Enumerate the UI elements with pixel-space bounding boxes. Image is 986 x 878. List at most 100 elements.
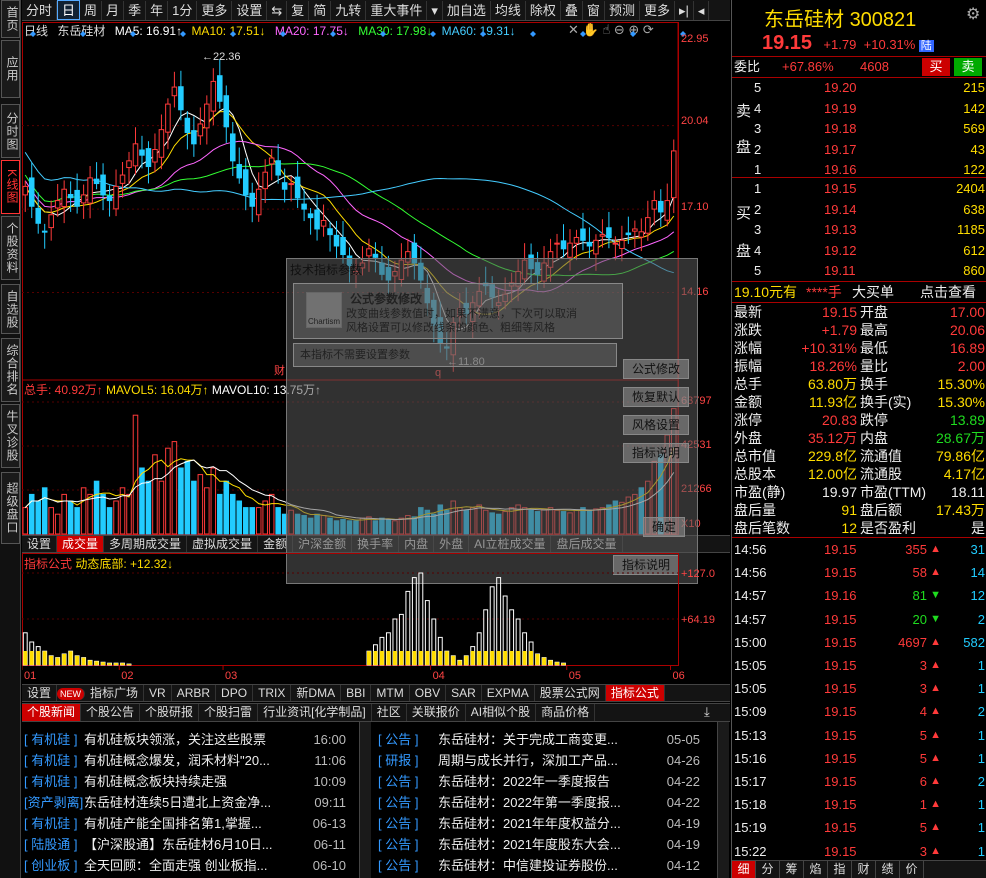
ind-tab-8[interactable]: BBI	[341, 685, 372, 701]
toolbar-item-5[interactable]: 年	[146, 1, 169, 20]
toolbar-item-11[interactable]: 简	[309, 1, 332, 20]
vnav-tab-5[interactable]: 自选股	[1, 284, 20, 334]
toolbar-item-1[interactable]: 日	[57, 0, 81, 20]
restore-default-button[interactable]: 恢复默认	[623, 387, 690, 407]
vol-tab-2[interactable]: 多周期成交量	[104, 536, 188, 552]
toolbar-item-12[interactable]: 九转	[331, 1, 367, 20]
toolbar-item-6[interactable]: 1分	[168, 1, 198, 20]
bottom-tab-5[interactable]: 财	[852, 861, 876, 878]
toolbar-item-4[interactable]: 季	[124, 1, 147, 20]
news-item[interactable]: [ 公告 ] 东岳硅材：2022年第一季度报... 04-22	[378, 792, 706, 813]
toolbar-item-20[interactable]: 预测	[605, 1, 640, 20]
toolbar-item-14[interactable]: ▾	[427, 1, 443, 20]
toolbar-item-18[interactable]: 叠	[561, 1, 583, 20]
ind-tab-12[interactable]: EXPMA	[482, 685, 535, 701]
news-tab-5[interactable]: 社区	[372, 704, 407, 721]
news-item[interactable]: [ 公告 ] 东岳硅材：2021年度股东大会... 04-19	[378, 834, 706, 855]
news-item[interactable]: [ 公告 ] 东岳硅材：关于完成工商变更... 05-05	[378, 729, 706, 750]
news-item[interactable]: [ 研报 ] 周期与成长并行，深加工产品... 04-26	[378, 750, 706, 771]
news-item[interactable]: [ 陆股通 ] 【沪深股通】东岳硅材6月10日... 06-11	[24, 834, 352, 855]
toolbar-item-9[interactable]: ⇆	[267, 1, 288, 20]
ind-tab-5[interactable]: DPO	[216, 685, 254, 701]
indicator-desc-button[interactable]: 指标说明	[623, 443, 690, 463]
buy-button[interactable]: 买	[922, 58, 950, 76]
order-level[interactable]: 2 19.14 638	[732, 199, 986, 221]
news-item[interactable]: [ 有机硅 ] 有机硅概念板块持续走强 10:09	[24, 771, 352, 792]
news-tab-7[interactable]: AI相似个股	[466, 704, 537, 721]
toolbar-item-7[interactable]: 更多	[197, 1, 233, 20]
news-tab-1[interactable]: 个股公告	[81, 704, 141, 721]
toolbar-item-0[interactable]: 分时	[22, 1, 58, 20]
news-tab-8[interactable]: 商品价格	[536, 704, 596, 721]
news-item[interactable]: [ 创业板 ] 全天回顾：全面走强 创业板指... 06-10	[24, 855, 352, 876]
toolbar-item-3[interactable]: 月	[102, 1, 125, 20]
dialog-ok-button[interactable]: 确定	[643, 517, 686, 537]
news-tab-4[interactable]: 行业资讯[化学制品]	[258, 704, 372, 721]
vnav-tab-0[interactable]: 首页	[1, 0, 20, 38]
vnav-tab-1[interactable]: 应用	[1, 40, 20, 98]
news-item[interactable]: [资产剥离]东岳硅材连续5日遭北上资金净... 09:11	[24, 792, 352, 813]
bottom-tab-3[interactable]: 焰	[804, 861, 828, 878]
formula-edit-button[interactable]: 公式修改	[623, 359, 690, 379]
order-level[interactable]: 4 19.12 612	[732, 240, 986, 262]
news-item[interactable]: [ 公告 ] 东岳硅材：2021年年度权益分... 04-19	[378, 813, 706, 834]
news-scrollbar[interactable]	[359, 722, 371, 878]
announcement-scrollbar[interactable]	[717, 722, 729, 878]
ind-tab-0[interactable]: 设置	[22, 685, 58, 701]
order-level[interactable]: 5 19.20 215	[732, 77, 986, 99]
news-item[interactable]: [ 有机硅 ] 有机硅产能全国排名第1,掌握... 06-13	[24, 813, 352, 834]
news-item[interactable]: [ 公告 ] 东岳硅材：2022年一季度报告 04-22	[378, 771, 706, 792]
indicator-chart[interactable]: +127.0 +64.19 01 02 03 04 05 06	[22, 553, 730, 683]
vnav-tab-7[interactable]: 牛叉诊股	[1, 404, 20, 468]
toolbar-item-17[interactable]: 除权	[526, 1, 561, 20]
news-item[interactable]: [ 有机硅 ] 有机硅板块领涨，关注这些股票 16:00	[24, 729, 352, 750]
vol-tab-0[interactable]: 设置	[22, 536, 58, 552]
order-level[interactable]: 3 19.18 569	[732, 118, 986, 140]
toolbar-item-15[interactable]: 加自选	[443, 1, 491, 20]
news-tab-6[interactable]: 关联报价	[407, 704, 466, 721]
ind-tab-7[interactable]: 新DMA	[291, 685, 342, 701]
news-item[interactable]: [ 公告 ] 东岳硅材：中信建投证券股份... 04-12	[378, 855, 706, 876]
ind-tab-14[interactable]: 指标公式	[605, 685, 665, 701]
bottom-tab-7[interactable]: 价	[900, 861, 924, 878]
news-tab-2[interactable]: 个股研报	[140, 704, 200, 721]
ind-tab-4[interactable]: ARBR	[172, 685, 217, 701]
toolbar-item-21[interactable]: 更多	[640, 1, 675, 20]
vol-tab-1[interactable]: 成交量	[57, 536, 105, 552]
ind-tab-13[interactable]: 股票公式网	[535, 685, 606, 701]
order-level[interactable]: 1 19.15 2404	[732, 178, 986, 200]
ind-tab-9[interactable]: MTM	[371, 685, 410, 701]
ind-tab-3[interactable]: VR	[144, 685, 172, 701]
toolbar-item-23[interactable]: ◂	[694, 1, 710, 20]
toolbar-item-13[interactable]: 重大事件	[366, 1, 428, 20]
style-settings-button[interactable]: 风格设置	[623, 415, 690, 435]
vol-tab-3[interactable]: 虚拟成交量	[187, 536, 259, 552]
ind-tab-6[interactable]: TRIX	[253, 685, 292, 701]
bottom-tab-6[interactable]: 绩	[876, 861, 900, 878]
bottom-tab-2[interactable]: 筹	[780, 861, 804, 878]
download-icon[interactable]: ⤓	[704, 704, 710, 720]
news-tab-0[interactable]: 个股新闻	[22, 704, 82, 721]
bottom-tab-0[interactable]: 细	[732, 861, 756, 878]
news-tab-3[interactable]: 个股扫雷	[199, 704, 259, 721]
ind-tab-10[interactable]: OBV	[410, 685, 447, 701]
bottom-tab-1[interactable]: 分	[756, 861, 780, 878]
order-level[interactable]: 3 19.13 1185	[732, 219, 986, 241]
bottom-tab-4[interactable]: 指	[828, 861, 852, 878]
ind-tab-11[interactable]: SAR	[446, 685, 482, 701]
toolbar-item-10[interactable]: 复	[287, 1, 310, 20]
toolbar-item-19[interactable]: 窗	[583, 1, 605, 20]
vnav-tab-6[interactable]: 综合排名	[1, 338, 20, 402]
ind-tab-2[interactable]: 指标广场	[85, 685, 145, 701]
vnav-tab-2[interactable]: 分时图	[1, 104, 20, 158]
toolbar-item-22[interactable]: ▸|	[675, 1, 694, 20]
order-level[interactable]: 5 19.11 860	[732, 260, 986, 282]
vnav-tab-3[interactable]: K线图	[1, 160, 20, 214]
order-level[interactable]: 4 19.19 142	[732, 98, 986, 120]
toolbar-item-8[interactable]: 设置	[232, 1, 268, 20]
news-item[interactable]: [ 有机硅 ] 有机硅概念爆发，润禾材料"20... 11:06	[24, 750, 352, 771]
sell-button[interactable]: 卖	[954, 58, 982, 76]
vnav-tab-8[interactable]: 超级盘口	[1, 472, 20, 544]
vnav-tab-4[interactable]: 个股资料	[1, 216, 20, 280]
view-big-order-link[interactable]: 点击查看	[920, 281, 976, 303]
